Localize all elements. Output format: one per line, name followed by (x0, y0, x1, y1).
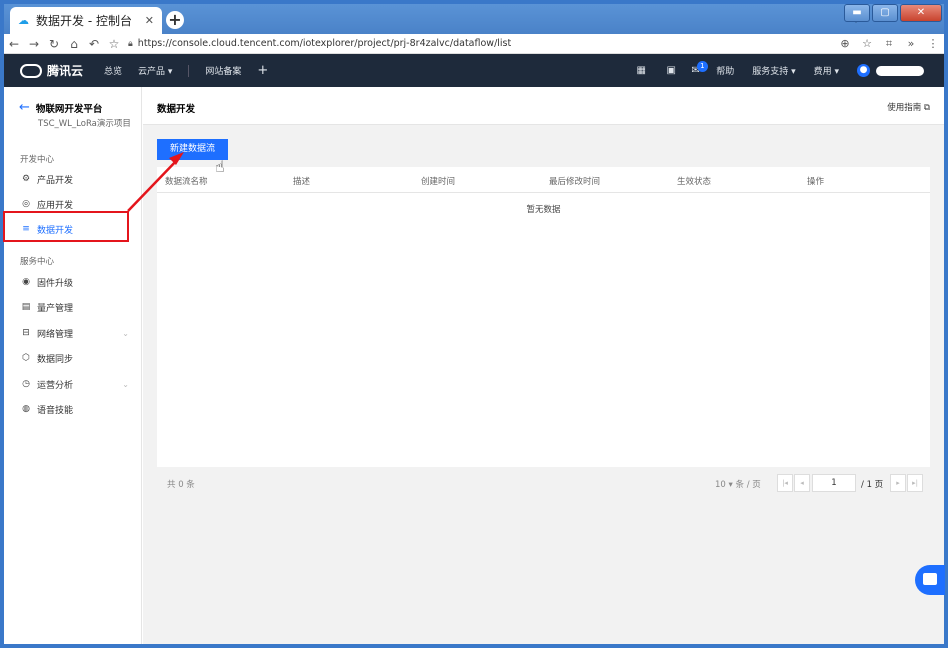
browser-window: ☁ 数据开发 - 控制台 ✕ + ▾ ▬ ▢ ✕ ← → ↻ ⌂ ↶ ☆ 🔒︎ … (0, 0, 948, 648)
annotation-arrow (127, 152, 184, 212)
hand-cursor-icon: ☝ (215, 157, 225, 176)
browser-content: ☁ 数据开发 - 控制台 ✕ + ▾ ▬ ▢ ✕ ← → ↻ ⌂ ↶ ☆ 🔒︎ … (3, 4, 945, 644)
